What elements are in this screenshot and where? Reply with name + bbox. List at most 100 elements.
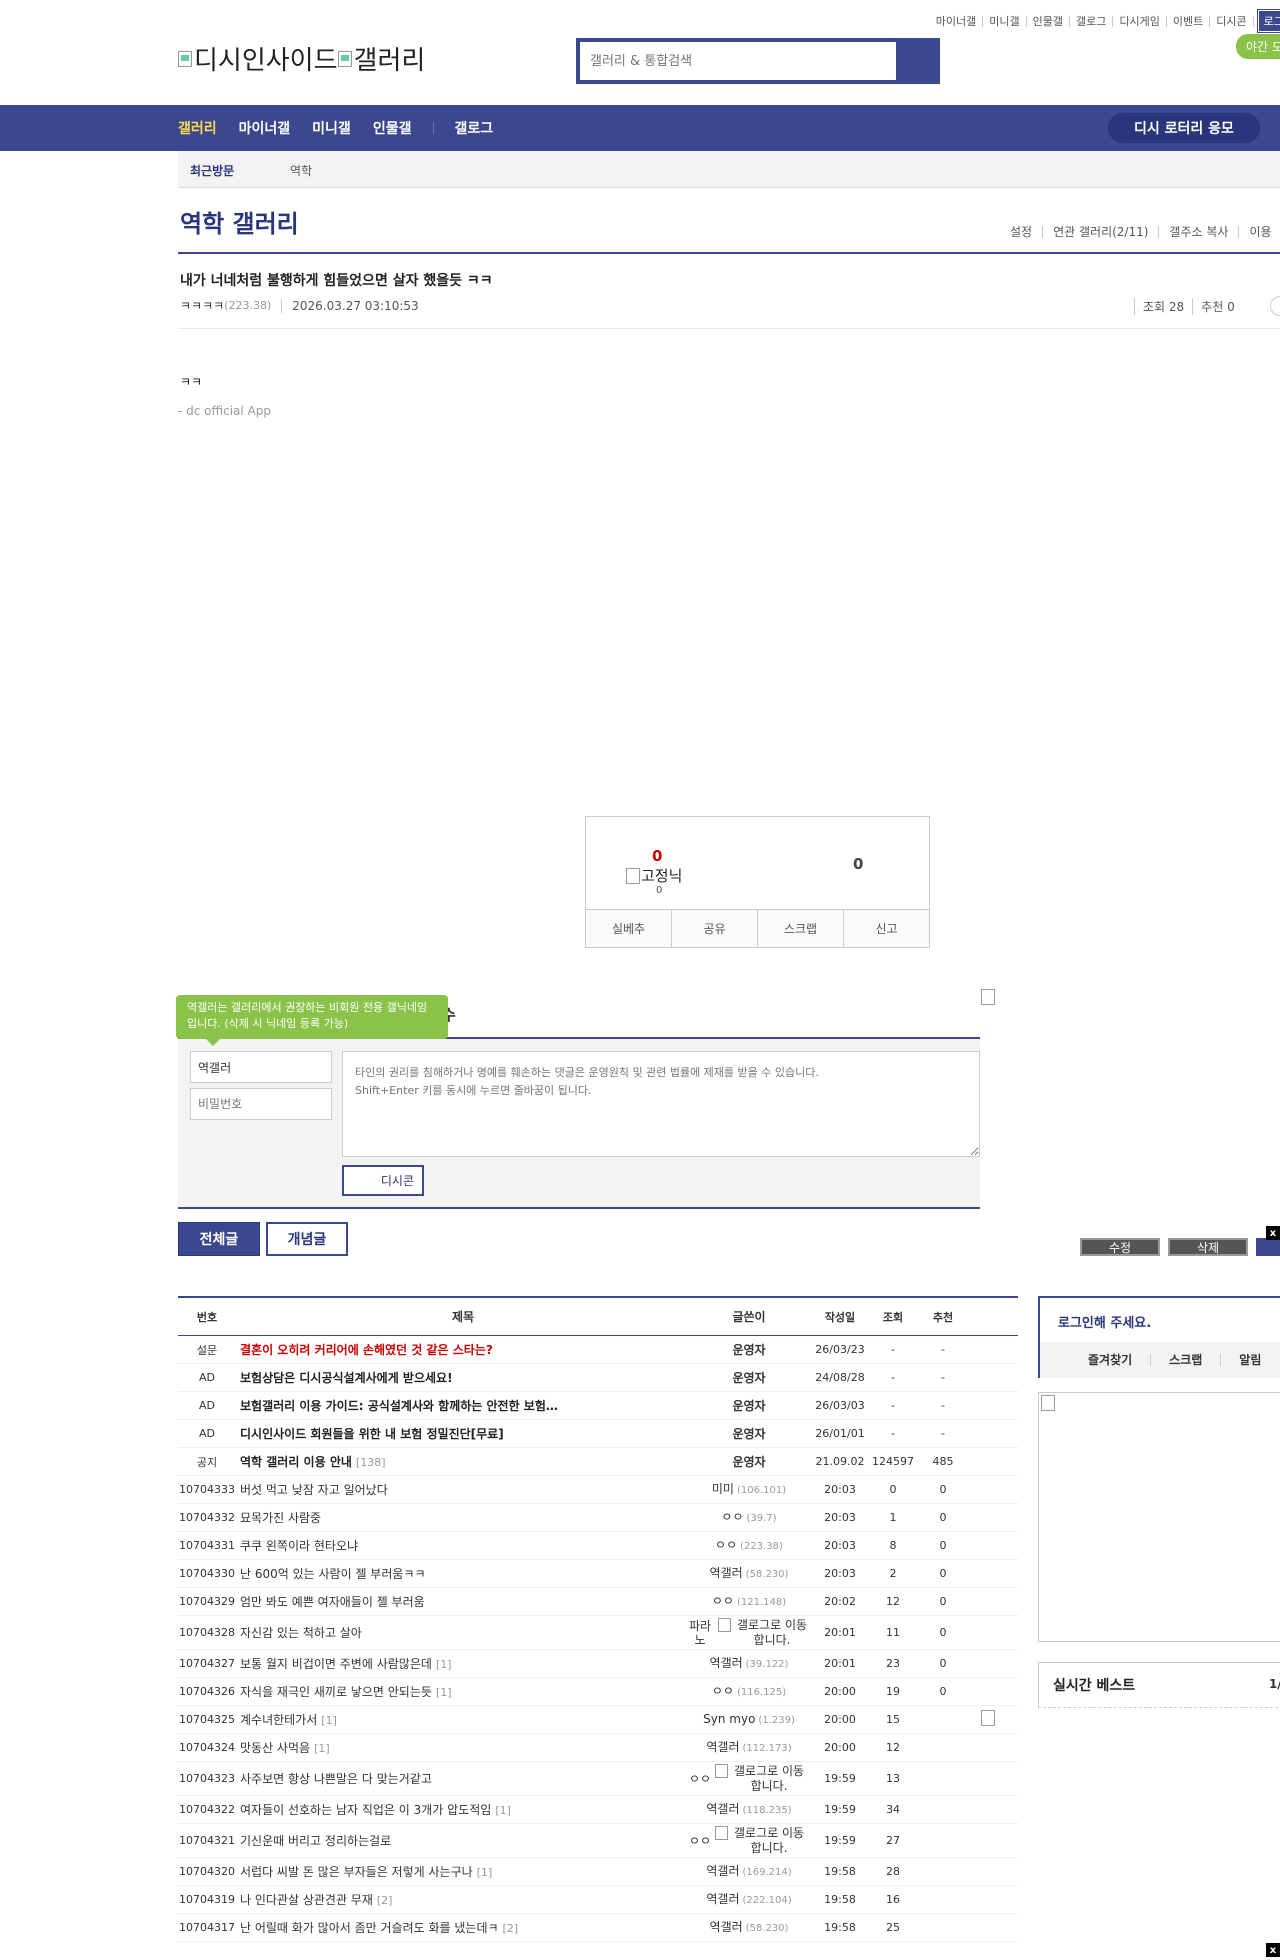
favorites-link[interactable]: 즐겨찾기 — [1040, 1354, 1150, 1366]
comment-count[interactable]: [2] — [377, 1894, 393, 1907]
table-row[interactable]: 10704323 사주보면 항상 나쁜말은 다 맞는거같고 ㅇㅇ 갤로그로 이동합니다… — [178, 1762, 1018, 1796]
table-row[interactable]: 10704329 엄만 봐도 예쁜 여자애들이 젤 부러움 ㅇㅇ (121.148) 2… — [178, 1588, 1018, 1616]
post-writer[interactable]: 운영자 — [686, 1399, 812, 1413]
recent-visit-item[interactable]: 역학 — [290, 162, 312, 179]
post-title-link[interactable]: 보험갤러리 이용 가이드: 공식설계사와 함께하는 안전한 보험… — [236, 1397, 686, 1414]
post-writer[interactable]: Syn myo (1.239) — [686, 1712, 812, 1728]
top-link-dcgame[interactable]: 디시게임 — [1113, 15, 1167, 27]
post-writer[interactable]: 파라노 갤로그로 이동합니다. — [686, 1617, 812, 1648]
night-mode-toggle[interactable]: 야간 모 — [1236, 34, 1280, 59]
post-writer[interactable]: ㅇㅇ (121.148) — [686, 1594, 812, 1610]
top-link-mini-gallery[interactable]: 미니갤 — [983, 15, 1027, 27]
table-row[interactable]: 10704325 계수녀한테가서 [1] Syn myo (1.239) 20:00 15 — [178, 1706, 1018, 1734]
post-title-link[interactable]: 나 인다관살 상관견관 무재 [2] — [236, 1891, 686, 1908]
share-button[interactable]: 공유 — [671, 910, 757, 947]
post-writer[interactable]: 역갤러 (39.122) — [686, 1656, 812, 1672]
comment-count[interactable]: [2] — [503, 1922, 519, 1935]
nav-person-gallery[interactable]: 인물갤 — [373, 118, 412, 138]
post-title-link[interactable]: 계수녀한테가서 [1] — [236, 1711, 686, 1728]
scrap-button[interactable]: 스크랩 — [757, 910, 843, 947]
top-link-person-gallery[interactable]: 인물갤 — [1027, 15, 1071, 27]
table-row[interactable]: 10704322 여자들이 선호하는 남자 직업은 이 3개가 압도적임 [1] 역갤… — [178, 1796, 1018, 1824]
notification-link[interactable]: 알림 — [1220, 1354, 1279, 1366]
copy-gallery-address-link[interactable]: 갤주소 복사 — [1158, 226, 1238, 238]
post-title-link[interactable]: 보험상담은 디시공식설계사에게 받으세요! — [236, 1369, 686, 1386]
report-button[interactable]: 신고 — [843, 910, 929, 947]
comment-count[interactable]: [138] — [356, 1456, 386, 1469]
top-link-dccon[interactable]: 디시콘 — [1210, 15, 1254, 27]
nav-gallery[interactable]: 갤러리 — [178, 118, 217, 138]
table-row[interactable]: 10704332 묘목가진 사람중 ㅇㅇ (39.7) 20:03 1 0 — [178, 1504, 1018, 1532]
table-row[interactable]: 10704321 기신운때 버리고 정리하는걸로 ㅇㅇ 갤로그로 이동합니다. 19:5… — [178, 1824, 1018, 1858]
top-link-event[interactable]: 이벤트 — [1167, 15, 1211, 27]
comment-count[interactable]: [1] — [477, 1866, 493, 1879]
post-writer[interactable]: 운영자 — [686, 1343, 812, 1357]
table-row[interactable]: 10704327 보통 월지 비겁이면 주변에 사람많은데 [1] 역갤러 (39.12… — [178, 1650, 1018, 1678]
table-row[interactable]: AD 보험갤러리 이용 가이드: 공식설계사와 함께하는 안전한 보험… 운영자 26… — [178, 1392, 1018, 1420]
comment-count[interactable]: [1] — [436, 1686, 452, 1699]
lottery-button[interactable]: 디시 로터리 응모 — [1108, 113, 1260, 143]
table-row[interactable]: 10704326 자식을 재극인 새끼로 낳으면 안되는듯 [1] ㅇㅇ (116.12… — [178, 1678, 1018, 1706]
post-title-link[interactable]: 결혼이 오히려 커리어에 손해였던 것 같은 스타는? — [236, 1341, 686, 1358]
login-button[interactable]: 로그인 — [1256, 9, 1280, 33]
post-author[interactable]: ㅋㅋㅋㅋ — [180, 297, 224, 314]
table-row[interactable]: 10704330 난 600억 있는 사람이 젤 부러움ㅋㅋ 역갤러 (58.230)… — [178, 1560, 1018, 1588]
search-input[interactable] — [580, 42, 896, 80]
post-writer[interactable]: 역갤러 (222.104) — [686, 1892, 812, 1908]
table-row[interactable]: 10704331 쿠쿠 왼쪽이라 현타오냐 ㅇㅇ (223.38) 20:03 8 0 — [178, 1532, 1018, 1560]
top-link-minor-gallery[interactable]: 마이너갤 — [930, 15, 984, 27]
downvote-count[interactable]: 0 — [853, 855, 863, 873]
comment-password-field[interactable] — [190, 1088, 332, 1120]
related-galleries-link[interactable]: 연관 갤러리(2/11) — [1042, 226, 1158, 238]
dccon-button[interactable]: 디시콘 — [342, 1165, 424, 1196]
nav-gallog[interactable]: 갤로그 — [454, 118, 493, 138]
edit-button[interactable]: 수정 — [1080, 1238, 1160, 1256]
post-writer[interactable]: 운영자 — [686, 1427, 812, 1441]
table-row[interactable]: 10704320 서럽다 씨발 돈 많은 부자들은 저렇게 사는구나 [1] 역갤러(… — [178, 1858, 1018, 1886]
post-title-link[interactable]: 보통 월지 비겁이면 주변에 사람많은데 [1] — [236, 1655, 686, 1672]
post-title-link[interactable]: 자신감 있는 척하고 살아 — [236, 1624, 686, 1641]
gallery-settings-link[interactable]: 설정 — [1000, 226, 1042, 238]
comment-count[interactable]: [1] — [495, 1804, 511, 1817]
post-title-link[interactable]: 서럽다 씨발 돈 많은 부자들은 저렇게 사는구나 [1] — [236, 1863, 686, 1880]
post-writer[interactable]: 역갤러 (58.230) — [686, 1920, 812, 1936]
comment-count[interactable]: [1] — [321, 1714, 337, 1727]
post-title-link[interactable]: 엄만 봐도 예쁜 여자애들이 젤 부러움 — [236, 1593, 686, 1610]
post-writer[interactable]: 운영자 — [686, 1455, 812, 1469]
post-title-link[interactable]: 난 어릴때 화가 많아서 좀만 거슬려도 화를 냈는데ㅋ [2] — [236, 1919, 686, 1936]
delete-button[interactable]: 삭제 — [1168, 1238, 1248, 1256]
post-title-link[interactable]: 버섯 먹고 낮잠 자고 일어났다 — [236, 1481, 686, 1498]
gallery-title[interactable]: 역학 갤러리 — [180, 204, 299, 239]
gallery-usage-link[interactable]: 이용 — [1238, 226, 1280, 238]
ad-banner[interactable] — [1038, 1392, 1280, 1642]
table-row[interactable]: 10704333 버섯 먹고 낮잠 자고 일어났다 미미 (106.101) 20:03… — [178, 1476, 1018, 1504]
post-writer[interactable]: 운영자 — [686, 1371, 812, 1385]
comment-name-field[interactable] — [190, 1051, 332, 1083]
post-title-link[interactable]: 여자들이 선호하는 남자 직업은 이 3개가 압도적임 [1] — [236, 1801, 686, 1818]
post-writer[interactable]: 역갤러 (118.235) — [686, 1802, 812, 1818]
table-row[interactable]: 10704328 자신감 있는 척하고 살아 파라노 갤로그로 이동합니다. 20:01… — [178, 1616, 1018, 1650]
realtime-best-title[interactable]: 실시간 베스트 — [1053, 1675, 1135, 1695]
more-options-icon[interactable] — [1270, 296, 1280, 316]
comment-count[interactable]: [1] — [436, 1658, 452, 1671]
post-title-link[interactable]: 맛동산 사먹음 [1] — [236, 1739, 686, 1756]
recent-visits-title[interactable]: 최근방문 — [190, 162, 234, 179]
post-title-link[interactable]: 기신운때 버리고 정리하는걸로 — [236, 1832, 686, 1849]
table-row[interactable]: 공지 역학 갤러리 이용 안내 [138] 운영자 21.09.02 124597 485 — [178, 1448, 1018, 1476]
post-writer[interactable]: ㅇㅇ 갤로그로 이동합니다. — [686, 1825, 812, 1856]
post-title-link[interactable]: 자식을 재극인 새끼로 낳으면 안되는듯 [1] — [236, 1683, 686, 1700]
close-icon[interactable]: x — [1266, 1943, 1280, 1957]
upvote-count[interactable]: 0 — [652, 847, 662, 865]
post-title-link[interactable]: 역학 갤러리 이용 안내 [138] — [236, 1453, 686, 1470]
gallog-link[interactable]: 갤로그로 이동합니다. — [715, 1825, 809, 1856]
real-best-button[interactable]: 실베추 — [586, 910, 671, 947]
all-posts-button[interactable]: 전체글 — [178, 1222, 260, 1256]
comment-count[interactable]: [1] — [314, 1742, 330, 1755]
close-icon[interactable]: x — [1266, 1226, 1280, 1240]
post-title-link[interactable]: 쿠쿠 왼쪽이라 현타오냐 — [236, 1537, 686, 1554]
comment-textarea[interactable] — [342, 1051, 980, 1157]
post-writer[interactable]: ㅇㅇ (223.38) — [686, 1538, 812, 1554]
nav-mini-gallery[interactable]: 미니갤 — [312, 118, 351, 138]
table-row[interactable]: 설문 결혼이 오히려 커리어에 손해였던 것 같은 스타는? 운영자 26/03/23… — [178, 1336, 1018, 1364]
table-row[interactable]: AD 보험상담은 디시공식설계사에게 받으세요! 운영자 24/08/28 - - — [178, 1364, 1018, 1392]
